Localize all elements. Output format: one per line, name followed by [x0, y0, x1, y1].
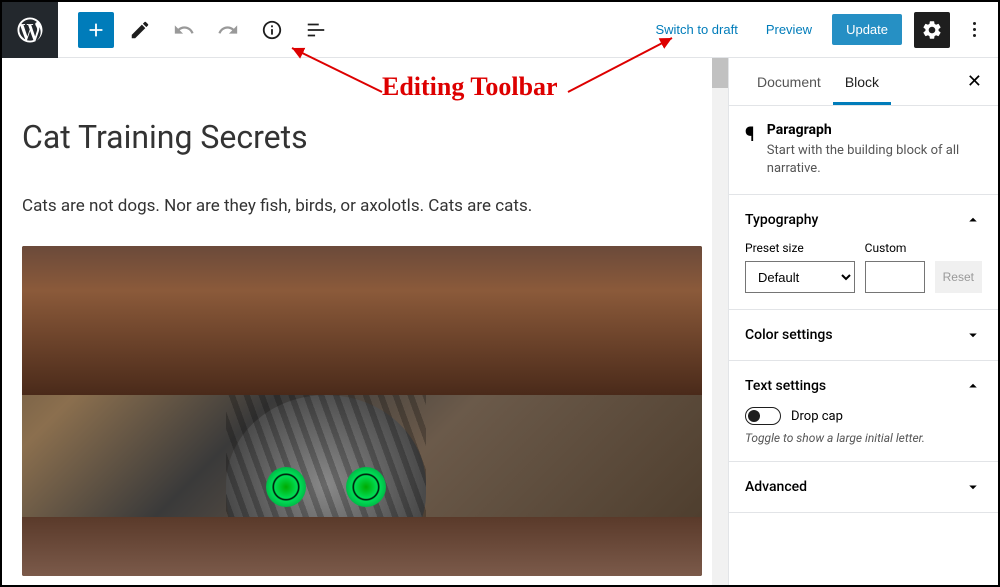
gear-icon [921, 19, 943, 41]
more-options-button[interactable] [962, 12, 986, 48]
chevron-up-icon [964, 377, 982, 395]
redo-button[interactable] [210, 12, 246, 48]
undo-button[interactable] [166, 12, 202, 48]
plus-icon [85, 19, 107, 41]
chevron-down-icon [964, 478, 982, 496]
block-description: Start with the building block of all nar… [767, 142, 982, 178]
settings-sidebar: Document Block ✕ ¶ Paragraph Start with … [728, 58, 998, 585]
tab-document[interactable]: Document [745, 60, 833, 104]
switch-to-draft-button[interactable]: Switch to draft [647, 16, 745, 43]
dropcap-toggle[interactable] [745, 407, 781, 425]
color-settings-header[interactable]: Color settings [745, 326, 982, 344]
edit-mode-button[interactable] [122, 12, 158, 48]
block-navigation-button[interactable] [298, 12, 334, 48]
preset-size-label: Preset size [745, 241, 855, 255]
custom-size-label: Custom [865, 241, 925, 255]
text-settings-header[interactable]: Text settings [745, 377, 982, 395]
document-info-button[interactable] [254, 12, 290, 48]
chevron-down-icon [964, 326, 982, 344]
tab-block[interactable]: Block [833, 60, 891, 104]
wordpress-logo[interactable] [2, 2, 58, 58]
sidebar-tabs: Document Block ✕ [729, 58, 998, 106]
undo-icon [173, 19, 195, 41]
text-settings-panel: Text settings Drop cap Toggle to show a … [729, 361, 998, 462]
paragraph-block[interactable]: Cats are not dogs. Nor are they fish, bi… [22, 196, 688, 216]
block-info-panel: ¶ Paragraph Start with the building bloc… [729, 106, 998, 195]
close-sidebar-button[interactable]: ✕ [967, 71, 982, 92]
editor-canvas[interactable]: Cat Training Secrets Cats are not dogs. … [2, 58, 728, 585]
custom-size-input[interactable] [865, 261, 925, 293]
advanced-header[interactable]: Advanced [745, 478, 982, 496]
settings-button[interactable] [914, 12, 950, 48]
dot-icon [973, 22, 976, 25]
preview-button[interactable]: Preview [758, 16, 820, 43]
image-block[interactable] [22, 246, 702, 576]
pencil-icon [129, 19, 151, 41]
update-button[interactable]: Update [832, 14, 902, 45]
advanced-panel: Advanced [729, 462, 998, 513]
typography-panel: Typography Preset size Default Custom Re… [729, 195, 998, 310]
editor-topbar: Switch to draft Preview Update [2, 2, 998, 58]
redo-icon [217, 19, 239, 41]
color-settings-panel: Color settings [729, 310, 998, 361]
main-area: Cat Training Secrets Cats are not dogs. … [2, 58, 998, 585]
dropcap-hint: Toggle to show a large initial letter. [745, 431, 982, 445]
chevron-up-icon [964, 211, 982, 229]
toolbar-left-group [58, 12, 334, 48]
typography-header[interactable]: Typography [745, 211, 982, 229]
preset-size-select[interactable]: Default [745, 261, 855, 293]
block-name: Paragraph [767, 122, 982, 138]
scrollbar[interactable] [712, 58, 728, 585]
info-icon [261, 19, 283, 41]
dropcap-label: Drop cap [791, 409, 843, 424]
list-view-icon [305, 19, 327, 41]
toolbar-right-group: Switch to draft Preview Update [647, 12, 998, 48]
reset-size-button[interactable]: Reset [935, 261, 982, 293]
paragraph-icon: ¶ [745, 122, 755, 178]
post-title[interactable]: Cat Training Secrets [22, 118, 688, 156]
add-block-button[interactable] [78, 12, 114, 48]
